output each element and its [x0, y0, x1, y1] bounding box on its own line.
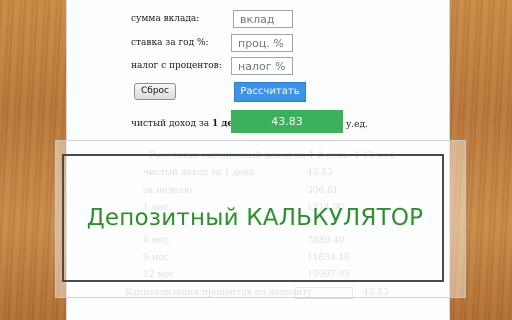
tax-input[interactable] — [231, 57, 293, 75]
deposit-input[interactable] — [233, 10, 293, 28]
rate-input[interactable] — [231, 34, 293, 52]
rate-label: ставка за год %: — [131, 38, 209, 48]
net-income-result: 43.83 — [231, 110, 343, 133]
unit-suffix: у.ед. — [346, 120, 368, 130]
deposit-label: сумма вклада: — [131, 14, 200, 24]
app-title: Депозитный КАЛЬКУЛЯТОР — [86, 205, 424, 231]
title-frame: Депозитный КАЛЬКУЛЯТОР — [62, 154, 444, 282]
calculate-button[interactable]: Рассчитать — [234, 82, 306, 102]
net-income-prefix: чистый доход за — [131, 119, 210, 129]
reset-button[interactable]: Сброс — [134, 83, 176, 100]
tax-label: налог с процентов: — [131, 61, 222, 71]
